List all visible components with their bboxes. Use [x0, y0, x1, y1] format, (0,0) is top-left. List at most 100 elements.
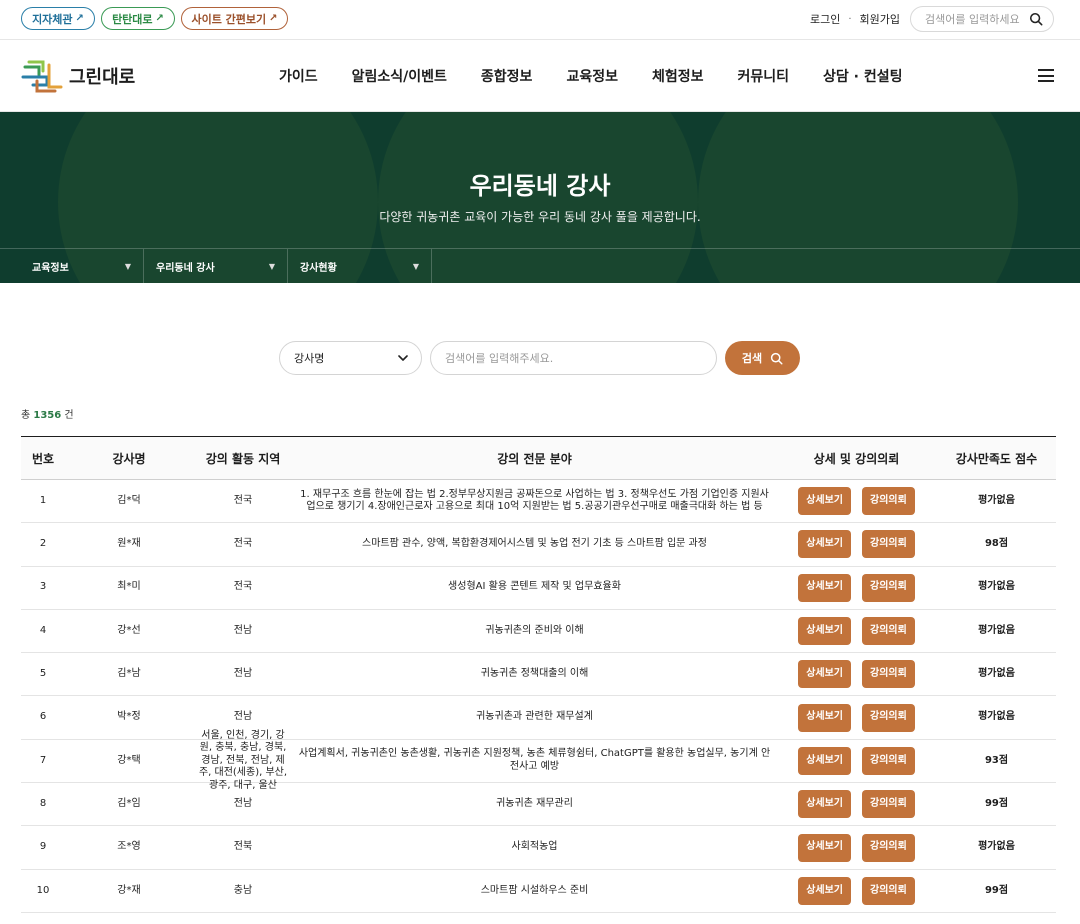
- table-row: 6 박*정 전남 귀농귀촌과 관련한 재무설계 상세보기 강의의뢰 평가없음: [21, 696, 1056, 740]
- login-link[interactable]: 로그인: [810, 11, 840, 27]
- hamburger-menu-icon[interactable]: [1038, 69, 1054, 82]
- external-link-icon: ↗: [269, 13, 278, 24]
- local-gov-link[interactable]: 지자체관 ↗: [21, 7, 95, 30]
- total-prefix: 총: [21, 410, 31, 421]
- tantandaero-link[interactable]: 탄탄대로 ↗: [101, 7, 175, 30]
- nav-community[interactable]: 커뮤니티: [721, 66, 807, 86]
- search-icon: [771, 352, 783, 365]
- lecture-request-button[interactable]: 강의의뢰: [862, 746, 915, 775]
- detail-button[interactable]: 상세보기: [798, 573, 851, 602]
- location-depth3-select[interactable]: 강사현황 ▼: [288, 249, 432, 283]
- row-instructor-name: 김*덕: [117, 494, 141, 506]
- table-row: 10 강*재 충남 스마트팜 시설하우스 준비 상세보기 강의의뢰 99점: [21, 870, 1056, 913]
- hero-banner: 우리동네 강사 다양한 귀농귀촌 교육이 가능한 우리 동네 강사 풀을 제공합…: [0, 112, 1080, 283]
- nav-consulting[interactable]: 상담 · 컨설팅: [806, 66, 919, 86]
- row-satisfaction-score: 평가없음: [978, 668, 1015, 680]
- table-row: 7 강*택 서울, 인천, 경기, 강원, 충북, 충남, 경북, 경남, 전북, …: [21, 729, 1056, 791]
- search-icon[interactable]: [1029, 12, 1043, 26]
- external-link-icon: ↗: [75, 13, 84, 24]
- location-depth1-label: 교육정보: [32, 263, 69, 274]
- row-specialty: 귀농귀촌의 준비와 이해: [485, 624, 584, 636]
- detail-button[interactable]: 상세보기: [798, 660, 851, 689]
- nav-education-info[interactable]: 교육정보: [549, 66, 635, 86]
- location-depth3-label: 강사현황: [300, 263, 337, 274]
- tantandaero-link-label: 탄탄대로: [112, 12, 153, 26]
- row-actions: 상세보기 강의의뢰: [776, 826, 937, 868]
- search-type-select[interactable]: 강사명: [279, 341, 422, 375]
- signup-link[interactable]: 회원가입: [860, 11, 900, 27]
- detail-button[interactable]: 상세보기: [798, 530, 851, 559]
- row-number: 4: [39, 624, 47, 636]
- location-depth1-select[interactable]: 교육정보 ▼: [0, 249, 144, 283]
- lecture-request-button[interactable]: 강의의뢰: [862, 487, 915, 516]
- total-suffix: 건: [64, 410, 74, 421]
- row-region: 전남: [233, 668, 253, 680]
- search-input[interactable]: 검색어를 입력해주세요.: [430, 341, 717, 375]
- lecture-request-button[interactable]: 강의의뢰: [862, 617, 915, 646]
- row-number: 3: [39, 581, 47, 593]
- row-actions: 상세보기 강의의뢰: [776, 480, 937, 522]
- row-specialty: 귀농귀촌 재무관리: [496, 797, 573, 809]
- menu-separator: ·: [848, 13, 852, 25]
- row-instructor-name: 김*임: [117, 797, 141, 809]
- lecture-request-button[interactable]: 강의의뢰: [862, 573, 915, 602]
- row-satisfaction-score: 평가없음: [978, 494, 1015, 506]
- row-number: 7: [39, 754, 47, 766]
- search-button[interactable]: 검색: [725, 341, 800, 375]
- row-actions: 상세보기 강의의뢰: [776, 740, 937, 782]
- row-actions: 상세보기 강의의뢰: [776, 567, 937, 609]
- simple-view-link[interactable]: 사이트 간편보기 ↗: [181, 7, 288, 30]
- nav-general-info[interactable]: 종합정보: [464, 66, 550, 86]
- row-satisfaction-score: 평가없음: [978, 841, 1015, 853]
- row-region: 전국: [233, 538, 253, 550]
- detail-button[interactable]: 상세보기: [798, 876, 851, 905]
- row-actions: 상세보기 강의의뢰: [776, 783, 937, 825]
- table-row: 1 김*덕 전국 1. 재무구조 흐름 한눈에 잡는 법 2.정부무상지원금 공짜돈으…: [21, 480, 1056, 524]
- row-satisfaction-score: 평가없음: [978, 581, 1015, 593]
- row-instructor-name: 원*재: [117, 538, 141, 550]
- lecture-request-button[interactable]: 강의의뢰: [862, 833, 915, 862]
- site-logo[interactable]: 그린대로: [21, 57, 135, 95]
- lecture-request-button[interactable]: 강의의뢰: [862, 660, 915, 689]
- row-region: 전국: [233, 581, 253, 593]
- row-number: 10: [36, 884, 50, 896]
- member-menu: 로그인 · 회원가입 검색어를 입력하세요: [810, 6, 1054, 32]
- detail-button[interactable]: 상세보기: [798, 703, 851, 732]
- caret-down-icon: ▼: [124, 262, 131, 271]
- utility-bar: 지자체관 ↗ 탄탄대로 ↗ 사이트 간편보기 ↗ 로그인 · 회원가입 검색어를…: [0, 0, 1080, 40]
- nav-guide[interactable]: 가이드: [262, 66, 335, 86]
- lecture-request-button[interactable]: 강의의뢰: [862, 876, 915, 905]
- lecture-request-button[interactable]: 강의의뢰: [862, 790, 915, 819]
- page-subtitle: 다양한 귀농귀촌 교육이 가능한 우리 동네 강사 풀을 제공합니다.: [379, 210, 701, 224]
- global-search-input[interactable]: 검색어를 입력하세요: [910, 6, 1054, 32]
- row-region: 서울, 인천, 경기, 강원, 충북, 충남, 경북, 경남, 전북, 전남, …: [198, 729, 288, 791]
- row-number: 1: [39, 494, 47, 506]
- table-row: 8 김*임 전남 귀농귀촌 재무관리 상세보기 강의의뢰 99점: [21, 783, 1056, 827]
- detail-button[interactable]: 상세보기: [798, 746, 851, 775]
- col-instructor-name: 강사명: [112, 451, 146, 466]
- page-title: 우리동네 강사: [469, 172, 611, 200]
- nav-news-events[interactable]: 알림소식/이벤트: [335, 66, 464, 86]
- lecture-request-button[interactable]: 강의의뢰: [862, 530, 915, 559]
- detail-button[interactable]: 상세보기: [798, 487, 851, 516]
- detail-button[interactable]: 상세보기: [798, 617, 851, 646]
- row-specialty: 귀농귀촌 정책대출의 이해: [480, 668, 589, 680]
- detail-button[interactable]: 상세보기: [798, 790, 851, 819]
- location-depth2-select[interactable]: 우리동네 강사 ▼: [144, 249, 288, 283]
- lecture-request-button[interactable]: 강의의뢰: [862, 703, 915, 732]
- row-instructor-name: 강*재: [117, 884, 141, 896]
- global-search-placeholder: 검색어를 입력하세요: [925, 13, 1020, 26]
- row-satisfaction-score: 평가없음: [978, 624, 1015, 636]
- col-specialty: 강의 전문 분야: [497, 451, 572, 466]
- detail-button[interactable]: 상세보기: [798, 833, 851, 862]
- row-actions: 상세보기 강의의뢰: [776, 610, 937, 652]
- row-number: 8: [39, 797, 47, 809]
- nav-experience-info[interactable]: 체험정보: [635, 66, 721, 86]
- row-region: 충남: [233, 884, 253, 896]
- logo-text: 그린대로: [69, 67, 136, 88]
- row-actions: 상세보기 강의의뢰: [776, 653, 937, 695]
- row-actions: 상세보기 강의의뢰: [776, 696, 937, 738]
- row-number: 5: [39, 668, 47, 680]
- col-satisfaction: 강사만족도 점수: [955, 451, 1038, 466]
- search-form: 강사명 검색어를 입력해주세요. 검색: [279, 341, 800, 375]
